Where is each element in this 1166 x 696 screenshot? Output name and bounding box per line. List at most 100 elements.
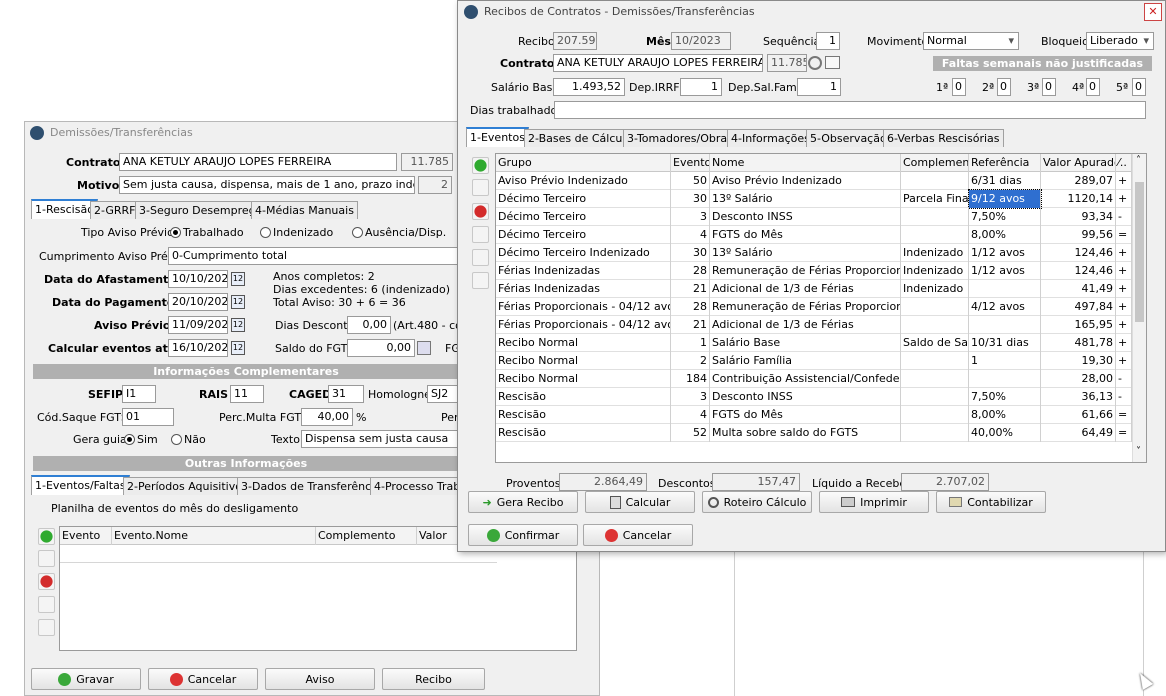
edit-icon[interactable] (472, 179, 489, 196)
table-row[interactable]: Férias Proporcionais - 04/12 avos 28 Remun… (496, 298, 1132, 316)
pagamento-field[interactable]: 20/10/2023 (168, 293, 228, 311)
table-row[interactable]: Recibo Normal 2 Salário Família 1 19,30 + (496, 352, 1132, 370)
table-row[interactable]: Décimo Terceiro 3 Desconto INSS 7,50% 93,34- (496, 208, 1132, 226)
table-row[interactable]: Aviso Prévio Indenizado 50 Aviso Prévio In… (496, 172, 1132, 190)
depirrf-field[interactable]: 1 (680, 78, 722, 96)
list-icon[interactable] (472, 249, 489, 266)
calendar-icon[interactable]: 12 (231, 272, 245, 286)
col-nome[interactable]: Nome (710, 154, 901, 172)
calendar-icon[interactable]: 12 (231, 341, 245, 355)
radio-sim[interactable]: Sim (124, 433, 158, 446)
semana-1-field[interactable]: 0 (952, 78, 966, 96)
chart-icon[interactable] (472, 272, 489, 289)
gravar-button[interactable]: Gravar (31, 668, 141, 690)
calendar-icon[interactable]: 12 (231, 318, 245, 332)
table-row[interactable]: Rescisão 4 FGTS do Mês 8,00% 61,66 = (496, 406, 1132, 424)
tab-grrf[interactable]: 2-GRRF (90, 201, 140, 219)
mov-select[interactable]: Normal ▾ (923, 32, 1019, 50)
col-referencia[interactable]: Referência (969, 154, 1041, 172)
tab-bases[interactable]: 2-Bases de Cálculo (524, 129, 637, 147)
tab-periodos[interactable]: 2-Períodos Aquisitivos (123, 477, 252, 495)
table-row[interactable]: Décimo Terceiro Indenizado 30 13º Salário I… (496, 244, 1132, 262)
imprimir-button[interactable]: Imprimir (819, 491, 929, 513)
dias-desc-field[interactable]: 0,00 (347, 316, 391, 334)
col-complemento[interactable]: Complemento (316, 527, 417, 545)
tab-eventos[interactable]: 1-Eventos (466, 127, 529, 147)
calc-field[interactable]: 16/10/2023 (168, 339, 228, 357)
col-evento[interactable]: Evento (671, 154, 710, 172)
table-row[interactable]: Férias Indenizadas 21 Adicional de 1/3 de … (496, 280, 1132, 298)
motivo-field[interactable]: Sem justa causa, dispensa, mais de 1 ano… (119, 176, 415, 194)
cancelar-button[interactable]: Cancelar (583, 524, 693, 546)
semana-4-field[interactable]: 0 (1086, 78, 1100, 96)
tab-verbas[interactable]: 6-Verbas Rescisórias (883, 129, 1004, 147)
radio-ausencia[interactable]: Ausência/Disp. (352, 226, 446, 239)
tab-medias[interactable]: 4-Médias Manuais (251, 201, 358, 219)
tab-processo[interactable]: 4-Processo Traba (370, 477, 472, 495)
eventos-table[interactable]: Grupo Evento Nome Complemento Referência… (495, 153, 1147, 463)
tab-rescisao[interactable]: 1-Rescisão (31, 199, 98, 219)
afastamento-field[interactable]: 10/10/2023 (168, 270, 228, 288)
col-grupo[interactable]: Grupo (496, 154, 671, 172)
col-sinal[interactable]: ⁄.. (1116, 154, 1132, 172)
contrato-field[interactable]: ANA KETULY ARAUJO LOPES FERREIRA (553, 54, 763, 72)
radio-trabalhado[interactable]: Trabalhado (170, 226, 244, 239)
add-icon[interactable] (38, 528, 55, 545)
gera-recibo-button[interactable]: ➜ Gera Recibo (468, 491, 578, 513)
roteiro-button[interactable]: Roteiro Cálculo (702, 491, 812, 513)
table-row[interactable]: Férias Proporcionais - 04/12 avos 21 Adici… (496, 316, 1132, 334)
salario-field[interactable]: 1.493,52 (553, 78, 625, 96)
tab-transferencia[interactable]: 3-Dados de Transferência (237, 477, 385, 495)
col-evento-nome[interactable]: Evento.Nome (112, 527, 316, 545)
depsal-field[interactable]: 1 (797, 78, 841, 96)
sefip-field[interactable]: I1 (122, 385, 156, 403)
calculator-icon[interactable] (417, 341, 431, 355)
col-evento[interactable]: Evento (60, 527, 112, 545)
seq-field[interactable]: 1 (816, 32, 840, 50)
cancelar-button[interactable]: Cancelar (148, 668, 258, 690)
blank-icon[interactable] (38, 596, 55, 613)
confirmar-button[interactable]: Confirmar (468, 524, 578, 546)
card-icon[interactable] (825, 56, 840, 69)
bloq-select[interactable]: Liberado ▾ (1086, 32, 1154, 50)
caged-field[interactable]: 31 (328, 385, 364, 403)
table-row[interactable]: Férias Indenizadas 28 Remuneração de Féria… (496, 262, 1132, 280)
chevron-down-icon[interactable]: ˅ (1136, 446, 1141, 457)
table-row[interactable]: Décimo Terceiro 4 FGTS do Mês 8,00% 99,56 = (496, 226, 1132, 244)
semana-5-field[interactable]: 0 (1132, 78, 1146, 96)
dias-trab-field[interactable] (554, 101, 1146, 119)
radio-nao[interactable]: Não (171, 433, 206, 446)
list-icon[interactable] (38, 619, 55, 636)
recibo-button[interactable]: Recibo (382, 668, 485, 690)
tab-seguro[interactable]: 3-Seguro Desemprego (135, 201, 267, 219)
table-row[interactable]: Recibo Normal 184 Contribuição Assistencia… (496, 370, 1132, 388)
delete-icon[interactable] (472, 203, 489, 220)
saldo-fgts-field[interactable]: 0,00 (347, 339, 415, 357)
scrollbar[interactable]: ˄ ˅ (1132, 154, 1146, 462)
tab-informacoes[interactable]: 4-Informações (727, 129, 814, 147)
aviso-field[interactable]: 11/09/2023 (168, 316, 228, 334)
perc-field[interactable]: 40,00 (301, 408, 353, 426)
table-row[interactable]: Décimo Terceiro 30 13º Salário Parcela Fina… (496, 189, 1132, 209)
scrollbar-thumb[interactable] (1135, 182, 1144, 322)
blank-icon[interactable] (472, 226, 489, 243)
texto-field[interactable]: Dispensa sem justa causa (301, 430, 459, 448)
tab-tomadores[interactable]: 3-Tomadores/Obras (623, 129, 737, 147)
aviso-button[interactable]: Aviso (265, 668, 375, 690)
grid-row[interactable] (60, 545, 497, 563)
radio-indenizado[interactable]: Indenizado (260, 226, 333, 239)
search-icon[interactable] (808, 56, 822, 70)
col-valor-apurado[interactable]: Valor Apurado (1041, 154, 1116, 172)
table-row[interactable]: Recibo Normal1Salário BaseSaldo de Salá1… (496, 334, 1132, 352)
edit-icon[interactable] (38, 550, 55, 567)
tab-observacao[interactable]: 5-Observação (806, 129, 891, 147)
rais-field[interactable]: 11 (230, 385, 264, 403)
homolog-field[interactable]: SJ2 (427, 385, 459, 403)
calcular-button[interactable]: Calcular (585, 491, 695, 513)
table-row[interactable]: Rescisão 3 Desconto INSS 7,50% 36,13- (496, 388, 1132, 406)
contrato-field[interactable]: ANA KETULY ARAUJO LOPES FERREIRA (119, 153, 397, 171)
table-row[interactable]: Rescisão 52 Multa sobre saldo do FGTS 40,00… (496, 424, 1132, 442)
close-icon[interactable]: ✕ (1144, 3, 1162, 21)
calendar-icon[interactable]: 12 (231, 295, 245, 309)
add-icon[interactable] (472, 157, 489, 174)
